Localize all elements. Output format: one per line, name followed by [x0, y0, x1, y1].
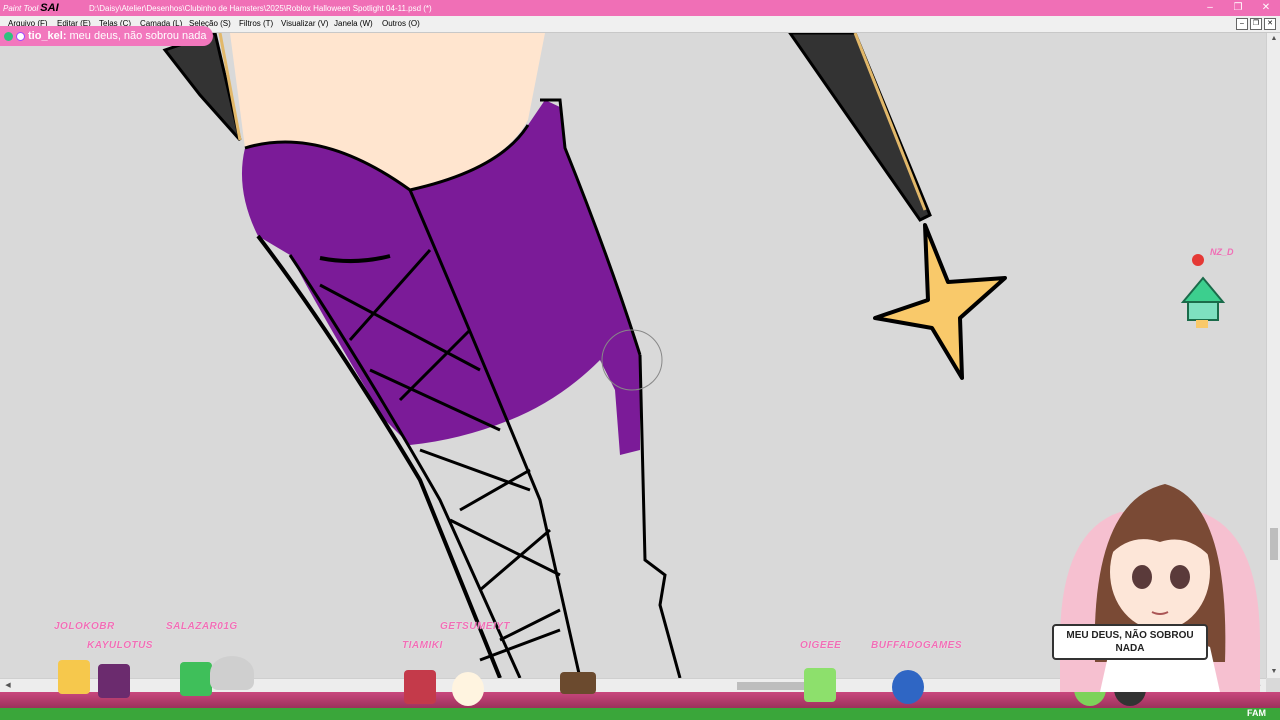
viewer-name: OIGEEE — [800, 640, 842, 651]
rock-decoration — [210, 656, 254, 690]
chat-text: meu deus, não sobrou nada — [69, 30, 207, 42]
menu-view[interactable]: Visualizar (V) — [281, 19, 328, 28]
app-logo: Paint Tool SAI — [0, 2, 83, 14]
wooden-sign — [560, 672, 596, 694]
viewer-name: JOLOKOBR — [54, 621, 115, 632]
menu-filters[interactable]: Filtros (T) — [239, 19, 273, 28]
star-charm — [873, 223, 1007, 380]
viewer-name: GETSUMEIYT — [440, 621, 511, 632]
vertical-scrollbar[interactable]: ▲ ▼ — [1266, 33, 1280, 678]
viewer-avatar — [804, 668, 836, 702]
avatar-speech-bubble: MEU DEUS, NÃO SOBROU NADA — [1052, 624, 1208, 660]
scroll-up-icon[interactable]: ▲ — [1267, 33, 1280, 45]
viewer-avatar — [98, 664, 130, 698]
viewer-avatar — [892, 670, 924, 704]
logo-big-text: SAI — [40, 2, 59, 14]
corner-label: FAM — [1247, 708, 1266, 718]
scroll-down-icon[interactable]: ▼ — [1267, 666, 1280, 678]
mdi-minimize-icon[interactable]: – — [1236, 18, 1248, 30]
mdi-close-icon[interactable]: ✕ — [1264, 18, 1276, 30]
chat-username: tio_kel: — [28, 30, 67, 42]
horizontal-scroll-thumb[interactable] — [737, 682, 807, 690]
viewer-avatar — [404, 670, 436, 704]
chat-message: tio_kel: meu deus, não sobrou nada — [0, 26, 213, 46]
verified-badge-icon — [4, 31, 13, 41]
viewer-avatar — [452, 672, 484, 706]
vertical-scroll-thumb[interactable] — [1270, 528, 1278, 560]
logo-small-text: Paint Tool — [3, 3, 39, 13]
window-controls: – ❐ ✕ — [1196, 0, 1280, 16]
viewer-name: KAYULOTUS — [87, 640, 153, 651]
mdi-restore-icon[interactable]: ❐ — [1250, 18, 1262, 30]
close-button[interactable]: ✕ — [1252, 0, 1280, 16]
viewer-avatar — [58, 660, 90, 694]
channel-badge-icon — [16, 31, 25, 41]
viewer-name: SALAZAR01G — [166, 621, 238, 632]
scroll-left-icon[interactable]: ◀ — [2, 680, 14, 692]
viewer-avatar — [180, 662, 212, 696]
viewer-name: BUFFADOGAMES — [871, 640, 962, 651]
stream-grass — [0, 708, 1280, 720]
mdi-controls: – ❐ ✕ — [1236, 18, 1276, 30]
floating-sprite — [1180, 254, 1226, 328]
viewer-name: TIAMIKI — [402, 640, 443, 651]
menu-window[interactable]: Janela (W) — [334, 19, 373, 28]
strap-right — [788, 33, 932, 222]
minimize-button[interactable]: – — [1196, 0, 1224, 16]
restore-button[interactable]: ❐ — [1224, 0, 1252, 16]
document-title: D:\Daisy\Atelier\Desenhos\Clubinho de Ha… — [89, 3, 432, 13]
title-bar: Paint Tool SAI D:\Daisy\Atelier\Desenhos… — [0, 0, 1280, 16]
menu-others[interactable]: Outros (O) — [382, 19, 420, 28]
